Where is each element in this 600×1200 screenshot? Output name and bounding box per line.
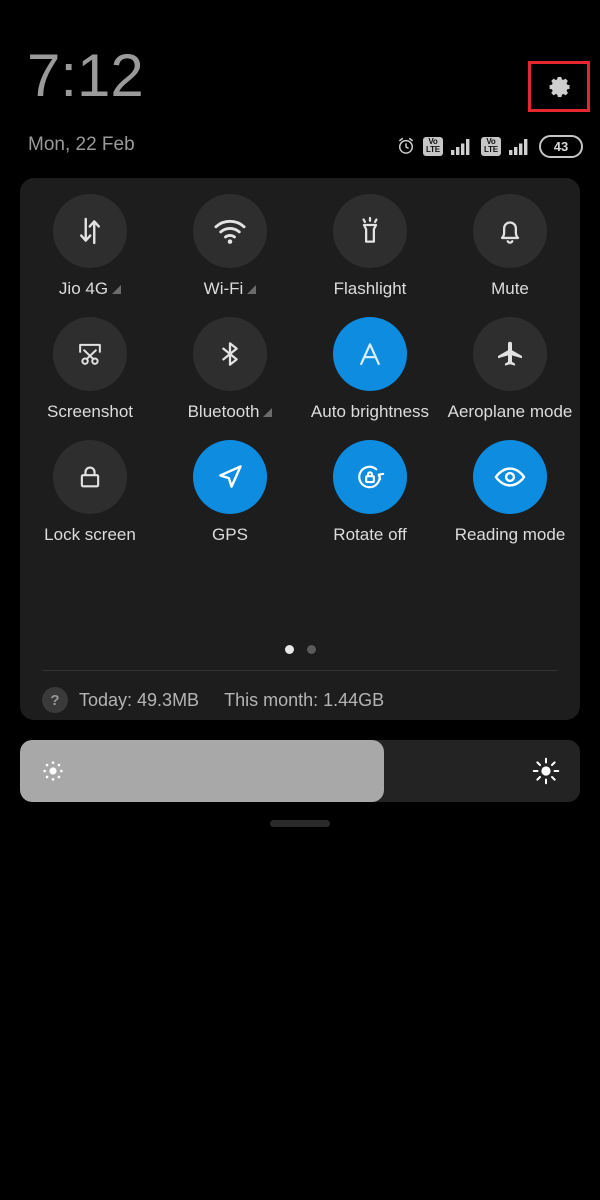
- wifi-icon: [212, 213, 248, 249]
- clock-time: 7:12: [27, 42, 144, 109]
- chevron-expand-icon[interactable]: [247, 285, 257, 294]
- chevron-expand-icon[interactable]: [112, 285, 122, 294]
- alarm-icon: [396, 136, 416, 156]
- signal-bars-icon-sim1: [450, 136, 474, 156]
- brightness-slider-fill: [20, 740, 384, 802]
- lock-icon: [74, 461, 106, 493]
- battery-badge: 43: [539, 134, 583, 158]
- volte-icon-sim2: Vo LTE: [481, 136, 501, 156]
- help-icon[interactable]: ?: [42, 687, 68, 713]
- bluetooth-icon: [214, 338, 246, 370]
- brightness-high-icon: [531, 756, 561, 786]
- quick-settings-panel: Jio 4G Wi-Fi Flashlight Mute Screenshot …: [20, 178, 580, 720]
- data-usage-row[interactable]: ? Today: 49.3MB This month: 1.44GB: [42, 682, 384, 718]
- chevron-expand-icon[interactable]: [263, 408, 273, 417]
- gear-icon: [544, 72, 574, 102]
- tile-label: Mute: [491, 279, 529, 298]
- tile-label: Aeroplane mode: [447, 402, 573, 421]
- page-indicator: [20, 645, 580, 654]
- mobile-data-icon: [73, 214, 107, 248]
- tile-screenshot[interactable]: Screenshot: [20, 317, 160, 422]
- clock-date: Mon, 22 Feb: [28, 134, 135, 155]
- rotate-lock-icon: [353, 460, 387, 494]
- eye-icon: [492, 459, 528, 495]
- tile-label: Wi-Fi: [203, 279, 244, 298]
- tile-reading-mode[interactable]: Reading mode: [440, 440, 580, 545]
- airplane-icon: [494, 338, 526, 370]
- tile-gps[interactable]: GPS: [160, 440, 300, 545]
- data-usage-month: This month: 1.44GB: [224, 689, 385, 710]
- status-icons: Vo LTE Vo LTE 43: [396, 133, 583, 159]
- tile-wifi[interactable]: Wi-Fi: [160, 194, 300, 299]
- tile-label: Rotate off: [333, 525, 407, 544]
- location-arrow-icon: [213, 460, 247, 494]
- tile-lock-screen[interactable]: Lock screen: [20, 440, 160, 545]
- page-dot-1[interactable]: [284, 645, 294, 654]
- panel-drag-handle[interactable]: [270, 820, 330, 827]
- quick-settings-screen: 7:12 Mon, 22 Feb Vo LTE Vo LTE 43 Jio 4G…: [0, 0, 600, 1200]
- tile-label: Screenshot: [47, 402, 133, 421]
- status-header: 7:12 Mon, 22 Feb Vo LTE Vo LTE 43: [0, 0, 600, 178]
- signal-bars-icon-sim2: [508, 136, 532, 156]
- tile-flashlight[interactable]: Flashlight: [300, 194, 440, 299]
- tile-grid: Jio 4G Wi-Fi Flashlight Mute Screenshot …: [20, 194, 580, 545]
- tile-label: Flashlight: [333, 279, 407, 298]
- brightness-low-icon: [40, 758, 66, 784]
- tile-mute[interactable]: Mute: [440, 194, 580, 299]
- tile-bluetooth[interactable]: Bluetooth: [160, 317, 300, 422]
- tile-label: GPS: [212, 525, 248, 544]
- volte-icon-sim1: Vo LTE: [423, 136, 443, 156]
- tile-label: Reading mode: [454, 525, 566, 544]
- tile-label: Lock screen: [44, 525, 136, 544]
- screenshot-icon: [74, 338, 106, 370]
- tile-mobile-data[interactable]: Jio 4G: [20, 194, 160, 299]
- tile-rotate-off[interactable]: Rotate off: [300, 440, 440, 545]
- tile-auto-brightness[interactable]: Auto brightness: [300, 317, 440, 422]
- auto-brightness-icon: [353, 337, 387, 371]
- tile-aeroplane-mode[interactable]: Aeroplane mode: [440, 317, 580, 422]
- bell-icon: [494, 215, 526, 247]
- page-dot-2[interactable]: [306, 645, 316, 654]
- data-usage-today: Today: 49.3MB: [79, 689, 200, 710]
- panel-divider: [42, 670, 558, 671]
- brightness-slider[interactable]: [20, 740, 580, 802]
- tile-label: Auto brightness: [310, 402, 430, 421]
- flashlight-icon: [354, 215, 386, 247]
- tile-label: Bluetooth: [187, 402, 260, 421]
- settings-button[interactable]: [528, 61, 590, 112]
- tile-label: Jio 4G: [58, 279, 109, 298]
